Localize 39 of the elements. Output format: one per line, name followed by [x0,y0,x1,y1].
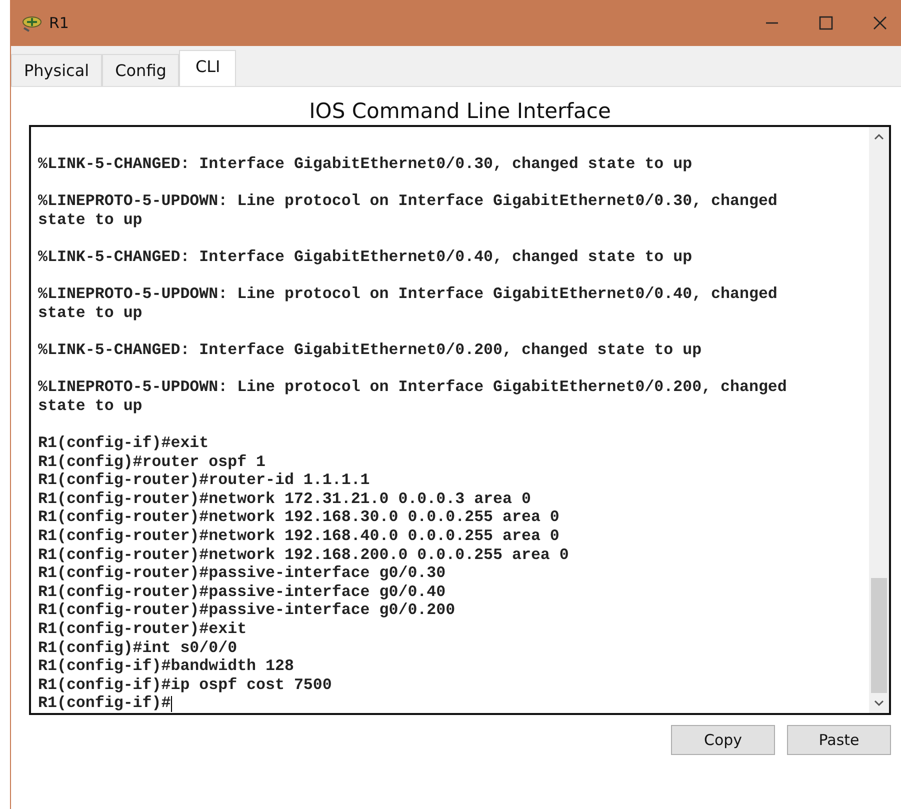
action-button[interactable]: Paste [787,725,891,755]
console-line: R1(config-if)#ip ospf cost 7500 [38,676,333,694]
tab[interactable]: CLI [179,50,236,86]
console-line: %LINEPROTO-5-UPDOWN: Line protocol on Interface GigabitEthernet0/0.30, changed [38,192,778,211]
tab[interactable]: Physical [11,54,102,86]
panel-heading: IOS Command Line Interface [308,98,612,125]
scroll-up-icon[interactable] [874,133,884,141]
console-line: %LINEPROTO-5-UPDOWN: Line protocol on Interface GigabitEthernet0/0.40, changed [38,285,778,304]
console-prompt: R1(config-if)# [38,694,174,713]
console-line: R1(config-router)#network 172.31.21.0 0.0.0.3 area 0 [38,490,532,508]
console-line: R1(config-router)#exit [38,620,248,639]
console-line: state to up [38,396,144,416]
console-line: R1(config)#int s0/0/0 [38,638,238,658]
action-button[interactable]: Copy [671,725,775,755]
window-title: R1 [49,14,69,32]
tab[interactable]: Config [102,54,180,86]
console-line: %LINK-5-CHANGED: Interface GigabitEthernet0/0.40, changed state to up [38,248,694,267]
router-icon [21,14,43,32]
console-line: R1(config-router)#passive-interface g0/0.200 [38,601,456,620]
scrollbar[interactable] [869,127,889,713]
console-line: state to up [38,210,144,230]
console-line: R1(config-router)#router-id 1.1.1.1 [38,471,371,490]
console-line: R1(config-router)#passive-interface g0/0.30 [38,564,447,583]
scroll-down-icon[interactable] [874,699,884,707]
console-line: R1(config-router)#passive-interface g0/0.40 [38,582,447,602]
console-line: R1(config-router)#network 192.168.30.0 0.0.0.255 area 0 [38,508,560,528]
console-line: %LINK-5-CHANGED: Interface GigabitEthernet0/0.200, changed state to up [38,341,703,360]
close-icon[interactable] [873,16,887,30]
console-line: %LINEPROTO-5-UPDOWN: Line protocol on Interface GigabitEthernet0/0.200, changed [38,378,788,397]
console-line: R1(config-if)#exit [38,434,210,453]
console-line: R1(config-if)#bandwidth 128 [38,657,295,676]
console-line: R1(config-router)#network 192.168.40.0 0.0.0.255 area 0 [38,527,560,546]
terminal-console[interactable] [29,125,891,715]
console-line: %LINK-5-CHANGED: Interface GigabitEthernet0/0.30, changed state to up [38,155,694,174]
scrollbar-thumb[interactable] [871,578,887,693]
maximize-icon[interactable] [819,16,833,30]
console-line: R1(config)#router ospf 1 [38,452,267,472]
console-line: R1(config-router)#network 192.168.200.0 0.0.0.255 area 0 [38,546,570,564]
console-line: state to up [38,304,144,323]
